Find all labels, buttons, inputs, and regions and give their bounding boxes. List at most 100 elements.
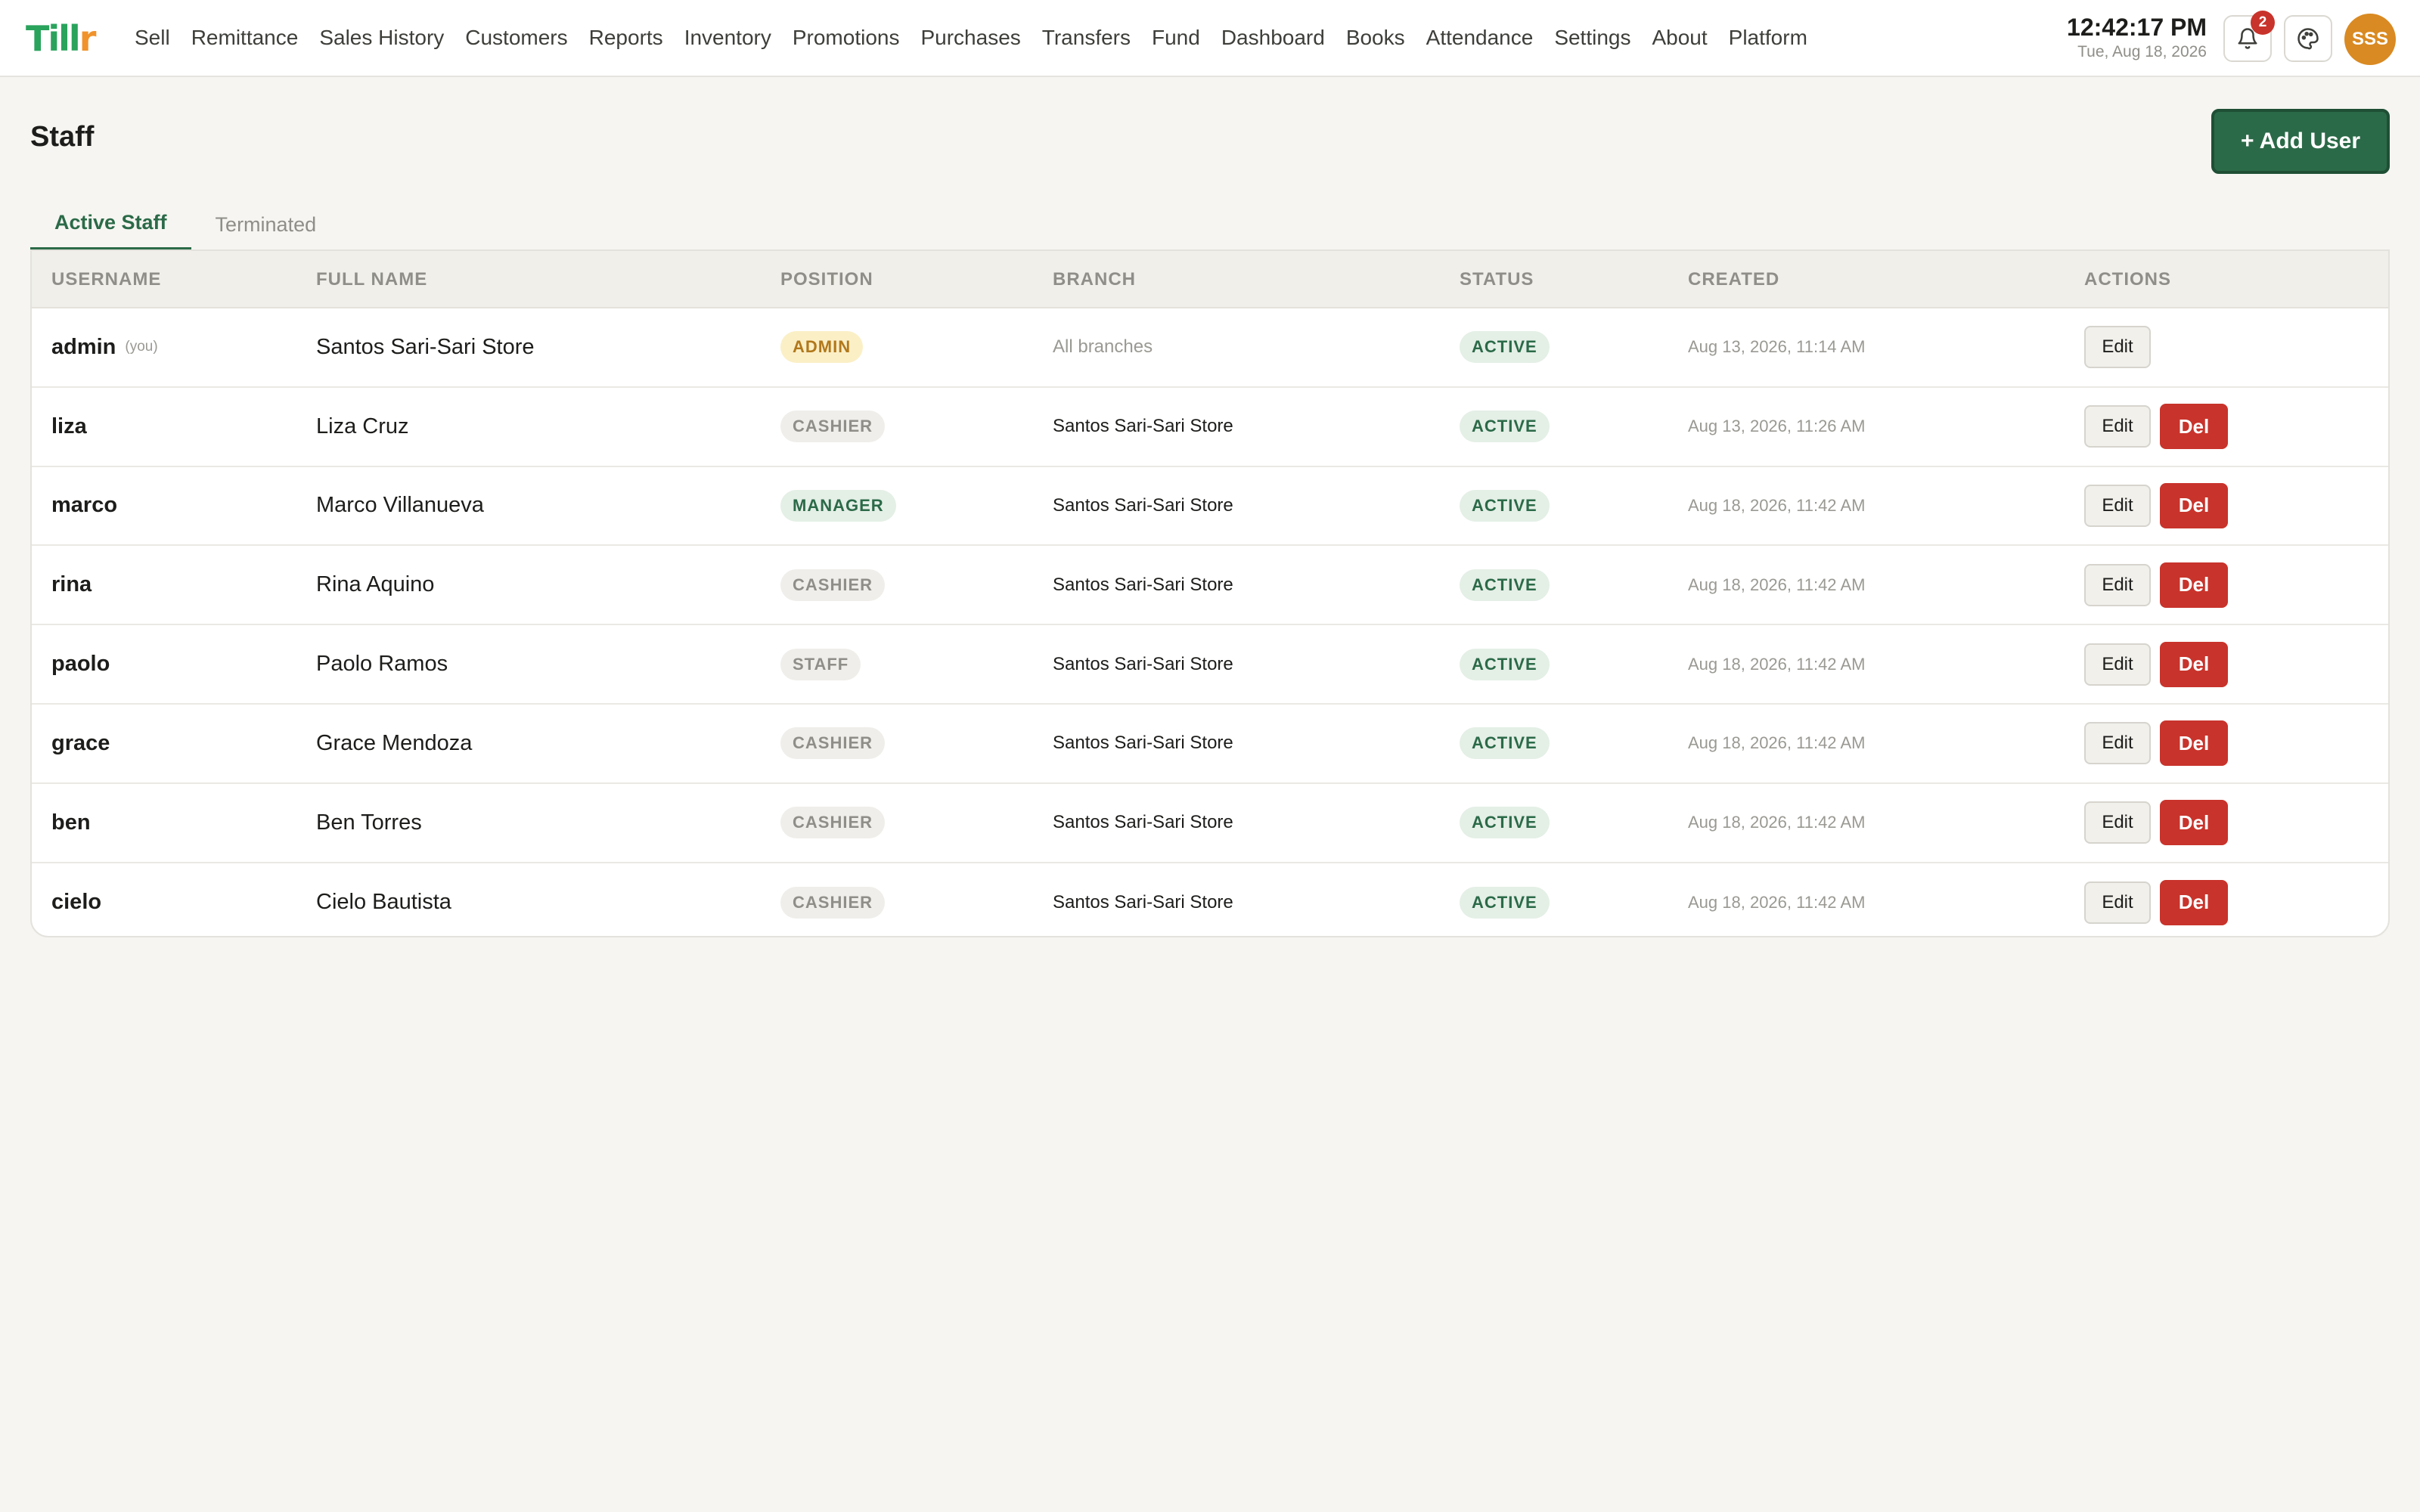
- status-cell: ACTIVE: [1460, 308, 1550, 386]
- position-cell: MANAGER: [780, 467, 896, 545]
- nav-item-books[interactable]: Books: [1336, 0, 1416, 76]
- nav-item-attendance[interactable]: Attendance: [1416, 0, 1544, 76]
- delete-button[interactable]: Del: [2160, 641, 2228, 687]
- position-badge: CASHIER: [780, 569, 886, 601]
- add-user-button[interactable]: + Add User: [2211, 109, 2390, 174]
- edit-button[interactable]: Edit: [2084, 563, 2151, 606]
- full-name-cell: Cielo Bautista: [316, 890, 451, 915]
- nav-item-transfers[interactable]: Transfers: [1032, 0, 1141, 76]
- nav-item-customers[interactable]: Customers: [455, 0, 578, 76]
- notifications-button[interactable]: 2: [2223, 11, 2275, 62]
- current-user-tag: (you): [125, 339, 158, 355]
- delete-button[interactable]: Del: [2160, 800, 2228, 846]
- column-header-actions[interactable]: ACTIONS: [2084, 251, 2171, 308]
- column-header-branch[interactable]: BRANCH: [1053, 251, 1136, 308]
- column-header-username[interactable]: USERNAME: [51, 251, 161, 308]
- username: rina: [51, 572, 92, 597]
- column-header-created[interactable]: CREATED: [1688, 251, 1779, 308]
- nav-item-purchases[interactable]: Purchases: [910, 0, 1031, 76]
- nav-item-remittance[interactable]: Remittance: [181, 0, 309, 76]
- nav-item-about[interactable]: About: [1641, 0, 1717, 76]
- nav-item-inventory[interactable]: Inventory: [674, 0, 782, 76]
- top-navigation-bar: Till r Sell Remittance Sales History Custome…: [0, 0, 2420, 77]
- delete-button[interactable]: Del: [2160, 482, 2228, 528]
- username-cell: marco: [51, 467, 117, 545]
- table-row: marco Marco Villanueva MANAGER Santos Sari-…: [32, 467, 2388, 547]
- page-title: Staff: [30, 121, 95, 153]
- delete-button[interactable]: Del: [2160, 562, 2228, 608]
- status-cell: ACTIVE: [1460, 863, 1550, 936]
- position-cell: CASHIER: [780, 705, 886, 782]
- table-header: USERNAME FULL NAME POSITION BRANCH STATUS CRE…: [32, 251, 2388, 308]
- created-cell: Aug 13, 2026, 11:26 AM: [1688, 417, 1866, 436]
- created-cell: Aug 18, 2026, 11:42 AM: [1688, 495, 1866, 515]
- status-badge: ACTIVE: [1460, 331, 1550, 364]
- username-cell: rina: [51, 546, 92, 624]
- branch-cell: Santos Sari-Sari Store: [1053, 416, 1233, 437]
- status-badge: ACTIVE: [1460, 489, 1550, 522]
- delete-button[interactable]: Del: [2160, 879, 2228, 925]
- nav-item-platform[interactable]: Platform: [1718, 0, 1818, 76]
- table-row: ben Ben Torres CASHIER Santos Sari-Sari Sto…: [32, 784, 2388, 863]
- edit-button[interactable]: Edit: [2084, 405, 2151, 448]
- tab-terminated[interactable]: Terminated: [191, 198, 341, 251]
- created-cell: Aug 18, 2026, 11:42 AM: [1688, 575, 1866, 594]
- username-cell: grace: [51, 705, 110, 782]
- created-cell: Aug 13, 2026, 11:14 AM: [1688, 337, 1866, 357]
- edit-button[interactable]: Edit: [2084, 484, 2151, 527]
- username: paolo: [51, 652, 110, 677]
- column-header-position[interactable]: POSITION: [780, 251, 873, 308]
- clock-time: 12:42:17 PM: [2067, 14, 2207, 41]
- position-badge: STAFF: [780, 648, 861, 680]
- theme-button[interactable]: [2284, 15, 2332, 62]
- table-body: admin (you) Santos Sari-Sari Store ADMIN All…: [32, 308, 2388, 936]
- tab-active-staff[interactable]: Active Staff: [30, 198, 191, 251]
- status-badge: ACTIVE: [1460, 411, 1550, 443]
- nav-item-fund[interactable]: Fund: [1141, 0, 1211, 76]
- username: ben: [51, 810, 91, 835]
- position-badge: CASHIER: [780, 807, 886, 839]
- branch-cell: Santos Sari-Sari Store: [1053, 494, 1233, 516]
- actions-cell: Edit Del: [2084, 625, 2228, 703]
- tillr-logo[interactable]: Till r: [26, 21, 96, 56]
- nav-item-sell[interactable]: Sell: [135, 0, 181, 76]
- delete-button[interactable]: Del: [2160, 720, 2228, 767]
- full-name-cell: Ben Torres: [316, 810, 422, 835]
- nav-item-settings[interactable]: Settings: [1544, 0, 1641, 76]
- edit-button[interactable]: Edit: [2084, 881, 2151, 924]
- column-header-full-name[interactable]: FULL NAME: [316, 251, 427, 308]
- nav-item-dashboard[interactable]: Dashboard: [1211, 0, 1336, 76]
- position-badge: MANAGER: [780, 489, 896, 522]
- delete-button[interactable]: Del: [2160, 404, 2228, 450]
- position-cell: CASHIER: [780, 863, 886, 936]
- created-cell: Aug 18, 2026, 11:42 AM: [1688, 813, 1866, 832]
- actions-cell: Edit Del: [2084, 705, 2228, 782]
- edit-button[interactable]: Edit: [2084, 722, 2151, 765]
- branch-cell: Santos Sari-Sari Store: [1053, 574, 1233, 595]
- nav-item-promotions[interactable]: Promotions: [782, 0, 911, 76]
- branch-cell: All branches: [1053, 336, 1153, 358]
- column-header-status[interactable]: STATUS: [1460, 251, 1534, 308]
- edit-button[interactable]: Edit: [2084, 326, 2151, 369]
- created-cell: Aug 18, 2026, 11:42 AM: [1688, 654, 1866, 674]
- user-avatar[interactable]: SSS: [2344, 14, 2396, 65]
- table-row: grace Grace Mendoza CASHIER Santos Sari-Sar…: [32, 705, 2388, 784]
- table-row: paolo Paolo Ramos STAFF Santos Sari-Sari St…: [32, 625, 2388, 705]
- notification-count-badge: 2: [2251, 11, 2275, 35]
- username-cell: ben: [51, 784, 91, 862]
- username: marco: [51, 493, 118, 518]
- edit-button[interactable]: Edit: [2084, 643, 2151, 686]
- full-name-cell: Liza Cruz: [316, 414, 409, 438]
- position-cell: CASHIER: [780, 546, 886, 624]
- status-cell: ACTIVE: [1460, 625, 1550, 703]
- actions-cell: Edit Del: [2084, 863, 2228, 936]
- status-cell: ACTIVE: [1460, 784, 1550, 862]
- edit-button[interactable]: Edit: [2084, 801, 2151, 844]
- status-cell: ACTIVE: [1460, 467, 1550, 545]
- full-name-cell: Santos Sari-Sari Store: [316, 334, 535, 359]
- clock: 12:42:17 PM Tue, Aug 18, 2026: [2067, 14, 2207, 62]
- full-name-cell: Marco Villanueva: [316, 493, 484, 518]
- nav-item-sales-history[interactable]: Sales History: [309, 0, 455, 76]
- nav-item-reports[interactable]: Reports: [579, 0, 674, 76]
- actions-cell: Edit Del: [2084, 784, 2228, 862]
